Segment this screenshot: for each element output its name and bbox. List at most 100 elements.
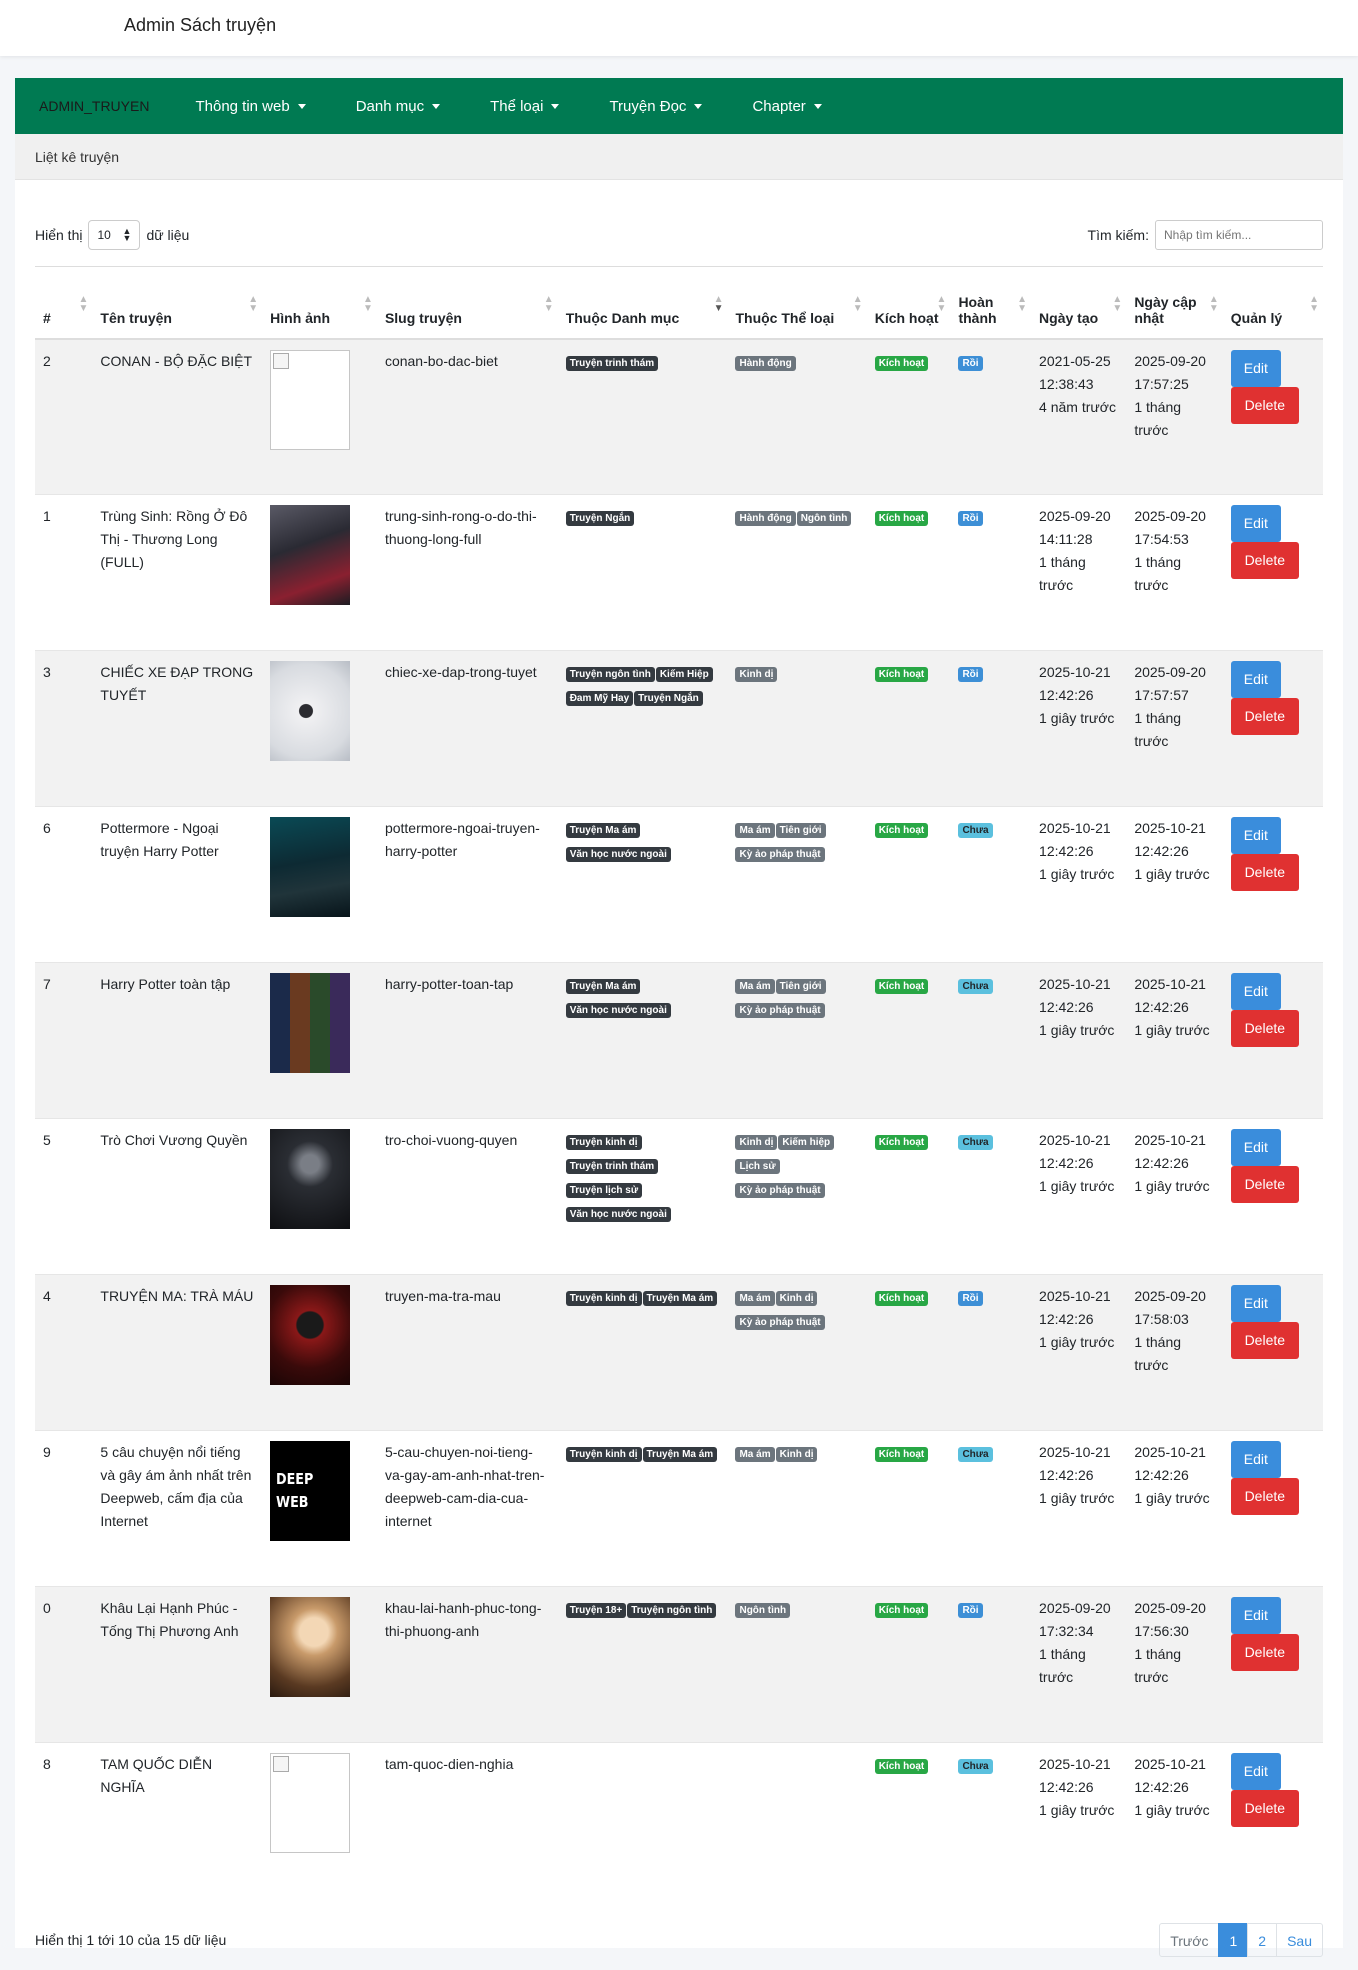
category-badge: Truyện kinh dị	[565, 1447, 642, 1462]
completion-status-badge: Chưa	[958, 1759, 993, 1774]
category-badge: Truyện Ma ám	[642, 1447, 718, 1462]
header-col-slug[interactable]: Slug truyện ▲ ▼	[376, 266, 558, 340]
delete-button[interactable]: Delete	[1230, 1634, 1299, 1671]
edit-button[interactable]: Edit	[1230, 505, 1281, 542]
cell-updated: 2025-09-20 17:58:03 1 tháng trước	[1126, 1274, 1223, 1431]
cell-name: TAM QUỐC DIỄN NGHĨA	[92, 1742, 263, 1899]
cell-slug: chiec-xe-dap-trong-tuyet	[376, 650, 558, 807]
completion-status-badge: Chưa	[958, 979, 993, 994]
page-size-select[interactable]: 10 ▲ ▼	[88, 220, 141, 250]
cell-done: Chưa	[950, 806, 1032, 963]
updated-date: 2025-10-21 12:42:26	[1134, 976, 1206, 1015]
edit-button[interactable]: Edit	[1230, 349, 1281, 387]
pagination-next[interactable]: Sau	[1276, 1922, 1323, 1957]
delete-button[interactable]: Delete	[1230, 1790, 1299, 1827]
nav-brand-link[interactable]: ADMIN_TRUYEN	[39, 98, 149, 114]
pagination-prev[interactable]: Trước	[1159, 1922, 1220, 1957]
cell-name: TRUYỆN MA: TRÀ MÁU	[92, 1274, 263, 1431]
header-col-genre[interactable]: Thuộc Thể loại ▲ ▼	[727, 266, 867, 340]
story-slug: chiec-xe-dap-trong-tuyet	[384, 664, 537, 680]
nav-item-label: Danh mục	[355, 97, 425, 115]
active-status-badge: Kích hoạt	[874, 355, 929, 371]
header-col-updated[interactable]: Ngày cập nhật ▲ ▼	[1126, 266, 1223, 340]
cell-created: 2025-10-21 12:42:26 1 giây trước	[1031, 1118, 1127, 1275]
show-prefix-label: Hiển thị	[35, 227, 83, 243]
header-col-active[interactable]: Kích hoạt ▲ ▼	[866, 266, 951, 340]
header-col-done[interactable]: Hoàn thành ▲ ▼	[950, 266, 1032, 340]
edit-button[interactable]: Edit	[1230, 817, 1281, 854]
nav-item-genres[interactable]: Thể loại	[490, 98, 560, 115]
caret-down-icon	[694, 103, 703, 109]
cover-logo-text: DEEP WEB	[276, 1470, 314, 1511]
nav-item-web-info[interactable]: Thông tin web	[195, 97, 306, 115]
delete-button[interactable]: Delete	[1230, 1478, 1299, 1515]
table-row: 4 TRUYỆN MA: TRÀ MÁU truyen-ma-tra-mau Truy…	[35, 1274, 1323, 1431]
cell-slug: 5-cau-chuyen-noi-tieng-va-gay-am-anh-nha…	[376, 1430, 558, 1587]
header-label: Slug truyện	[384, 309, 462, 326]
delete-button[interactable]: Delete	[1230, 1166, 1299, 1203]
edit-button[interactable]: Edit	[1230, 661, 1281, 698]
genre-badge: Ma ám	[735, 1291, 775, 1306]
edit-button[interactable]: Edit	[1230, 1285, 1281, 1322]
created-ago: 1 tháng trước	[1039, 554, 1086, 593]
delete-button[interactable]: Delete	[1230, 386, 1299, 424]
created-date: 2025-10-21 12:42:26	[1039, 976, 1111, 1015]
completion-status-badge: Rồi	[958, 355, 983, 371]
header-col-category[interactable]: Thuộc Danh mục ▲ ▼	[557, 266, 728, 340]
header-label: Hoàn thành	[958, 293, 997, 326]
category-badge: Truyện lịch sử	[565, 1183, 643, 1198]
cell-active: Kích hoạt	[866, 806, 951, 963]
delete-button[interactable]: Delete	[1230, 1010, 1299, 1047]
delete-button[interactable]: Delete	[1230, 542, 1299, 579]
delete-button[interactable]: Delete	[1230, 698, 1299, 735]
header-label: Thuộc Danh mục	[565, 309, 680, 326]
created-date: 2025-09-20 17:32:34	[1039, 1600, 1111, 1639]
search-input[interactable]	[1155, 220, 1323, 250]
created-date: 2025-10-21 12:42:26	[1039, 1444, 1111, 1483]
nav-item-categories[interactable]: Danh mục	[355, 97, 441, 115]
updated-ago: 1 giây trước	[1134, 1490, 1210, 1506]
cell-image	[262, 806, 377, 963]
updated-date: 2025-10-21 12:42:26	[1134, 820, 1206, 859]
nav-item-stories[interactable]: Truyện Đọc	[609, 98, 703, 115]
cell-updated: 2025-10-21 12:42:26 1 giây trước	[1126, 1118, 1223, 1275]
cell-updated: 2025-10-21 12:42:26 1 giây trước	[1126, 806, 1223, 963]
delete-button[interactable]: Delete	[1230, 854, 1299, 891]
delete-button[interactable]: Delete	[1230, 1322, 1299, 1359]
edit-button[interactable]: Edit	[1230, 1597, 1281, 1634]
header-label: #	[43, 309, 51, 326]
edit-button[interactable]: Edit	[1230, 973, 1281, 1010]
created-date: 2025-10-21 12:42:26	[1039, 664, 1111, 703]
header-col-name[interactable]: Tên truyện ▲ ▼	[92, 266, 263, 340]
cell-categories	[557, 1742, 728, 1899]
cell-genres: Hành động Ngôn tình	[727, 494, 867, 651]
edit-button[interactable]: Edit	[1230, 1129, 1281, 1166]
cell-slug: tam-quoc-dien-nghia	[376, 1742, 558, 1899]
cell-active: Kích hoạt	[866, 962, 951, 1119]
nav-item-label: Thông tin web	[195, 97, 290, 115]
cell-categories: Truyện Ngắn	[557, 494, 728, 651]
pagination-page-1[interactable]: 1	[1218, 1922, 1249, 1957]
search-control: Tìm kiếm:	[1088, 220, 1323, 250]
updated-ago: 1 giây trước	[1134, 1022, 1210, 1038]
genre-badge: Kỳ ảo pháp thuật	[735, 847, 825, 862]
header-col-id[interactable]: # ▲ ▼	[35, 266, 93, 340]
category-badge: Đam Mỹ Hay	[565, 691, 634, 706]
story-id: 3	[43, 664, 51, 680]
header-col-actions[interactable]: Quản lý ▲ ▼	[1222, 266, 1323, 340]
header-col-image[interactable]: Hình ảnh ▲ ▼	[262, 266, 377, 340]
edit-button[interactable]: Edit	[1230, 1441, 1281, 1478]
cell-slug: trung-sinh-rong-o-do-thi-thuong-long-ful…	[376, 494, 558, 651]
table-row: 2 CONAN - BỘ ĐẶC BIỆT conan-bo-dac-biet Tru…	[35, 338, 1323, 495]
pagination-page-2[interactable]: 2	[1247, 1922, 1278, 1957]
cell-name: CHIẾC XE ĐẠP TRONG TUYẾT	[92, 650, 263, 807]
cell-image: DEEP WEB	[262, 1430, 377, 1587]
created-date: 2025-10-21 12:42:26	[1039, 1756, 1111, 1795]
header-label: Ngày cập nhật	[1134, 293, 1197, 326]
sort-icon: ▲ ▼	[1309, 294, 1319, 314]
cell-id: 8	[35, 1742, 93, 1899]
nav-item-chapter[interactable]: Chapter	[752, 98, 822, 115]
cell-genres: Ngôn tình	[727, 1586, 867, 1743]
header-col-created[interactable]: Ngày tạo ▲ ▼	[1031, 266, 1127, 340]
edit-button[interactable]: Edit	[1230, 1753, 1281, 1790]
